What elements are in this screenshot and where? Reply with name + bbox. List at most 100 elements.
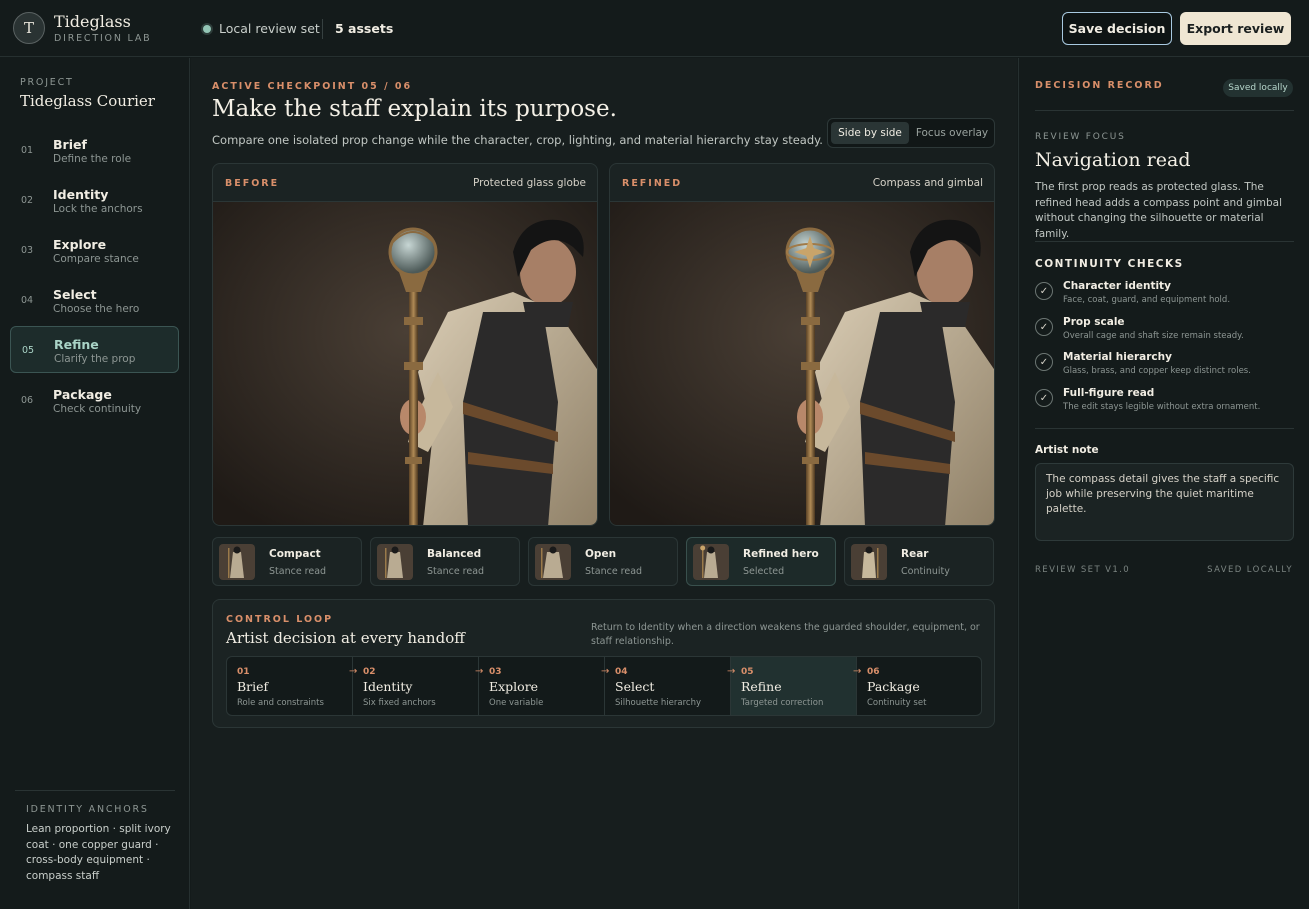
loop-step-refine[interactable]: → 05 Refine Targeted correction — [727, 657, 857, 715]
loop-step-title: Package — [867, 679, 920, 694]
thumb-title: Compact — [269, 548, 321, 560]
panel-header: BEFORE Protected glass globe — [213, 164, 597, 202]
arrow-right-icon: → — [475, 666, 484, 677]
decision-record-label: DECISION RECORD — [1035, 80, 1164, 91]
step-title: Refine — [54, 337, 99, 352]
check-title: Material hierarchy — [1063, 351, 1172, 363]
divider — [1035, 241, 1294, 242]
identity-anchors-text: Lean proportion · split ivory coat · one… — [26, 823, 171, 882]
variant-thumb-refined-hero[interactable]: Refined hero Selected — [686, 537, 836, 586]
loop-step-title: Identity — [363, 679, 413, 694]
step-number: 05 — [22, 345, 35, 356]
thumbnail-image — [377, 544, 413, 580]
arrow-right-icon: → — [601, 666, 610, 677]
loop-step-identity[interactable]: → 02 Identity Six fixed anchors — [349, 657, 479, 715]
asset-count: 5 assets — [335, 21, 394, 36]
review-set-version: REVIEW SET V1.0 — [1035, 565, 1131, 575]
page-title: Make the staff explain its purpose. — [212, 96, 617, 122]
check-subtitle: Overall cage and shaft size remain stead… — [1063, 331, 1244, 341]
review-focus-title: Navigation read — [1035, 149, 1191, 171]
thumb-subtitle: Stance read — [269, 566, 327, 577]
side-by-side-tab[interactable]: Side by side — [831, 122, 909, 144]
thumb-subtitle: Continuity — [901, 566, 950, 577]
step-subtitle: Define the role — [53, 153, 132, 165]
loop-step-number: 05 — [741, 667, 754, 677]
check-prop-scale[interactable]: ✓ Prop scale Overall cage and shaft size… — [1035, 315, 1297, 345]
artist-note-label: Artist note — [1035, 444, 1099, 456]
check-subtitle: Glass, brass, and copper keep distinct r… — [1063, 366, 1251, 376]
divider — [1035, 428, 1294, 429]
loop-step-subtitle: Six fixed anchors — [363, 698, 436, 708]
variant-thumb-rear[interactable]: Rear Continuity — [844, 537, 994, 586]
step-number: 03 — [21, 245, 34, 256]
loop-step-number: 04 — [615, 667, 628, 677]
before-image[interactable] — [213, 202, 598, 526]
step-number: 06 — [21, 395, 34, 406]
thumb-subtitle: Stance read — [427, 566, 485, 577]
sidebar-step-refine[interactable]: 05 Refine Clarify the prop — [10, 326, 179, 373]
footer-saved-status: SAVED LOCALLY — [1207, 565, 1293, 575]
loop-step-subtitle: Targeted correction — [741, 698, 824, 708]
panel-tag: BEFORE — [225, 178, 280, 189]
app-name: Tideglass — [54, 12, 131, 31]
sidebar-step-explore[interactable]: 03 Explore Compare stance — [10, 227, 179, 274]
step-title: Identity — [53, 187, 109, 202]
thumbnail-image — [535, 544, 571, 580]
app-logo: T — [13, 12, 45, 44]
loop-step-subtitle: Continuity set — [867, 698, 927, 708]
save-decision-button[interactable]: Save decision — [1062, 12, 1172, 45]
thumb-title: Refined hero — [743, 548, 819, 560]
review-focus-text: The first prop reads as protected glass.… — [1035, 181, 1283, 240]
check-character-identity[interactable]: ✓ Character identity Face, coat, guard, … — [1035, 279, 1297, 309]
check-full-figure-read[interactable]: ✓ Full-figure read The edit stays legibl… — [1035, 386, 1297, 416]
loop-step-title: Explore — [489, 679, 539, 694]
refined-panel: REFINED Compass and gimbal — [609, 163, 995, 526]
control-loop-card: CONTROL LOOP Artist decision at every ha… — [212, 599, 995, 728]
review-focus-label: REVIEW FOCUS — [1035, 132, 1126, 142]
thumb-title: Rear — [901, 548, 929, 560]
thumbnail-image — [219, 544, 255, 580]
variant-thumb-open[interactable]: Open Stance read — [528, 537, 678, 586]
check-material-hierarchy[interactable]: ✓ Material hierarchy Glass, brass, and c… — [1035, 350, 1297, 380]
loop-step-subtitle: Role and constraints — [237, 698, 324, 708]
sidebar-step-package[interactable]: 06 Package Check continuity — [10, 377, 179, 424]
check-icon: ✓ — [1035, 282, 1053, 300]
refined-image[interactable] — [610, 202, 995, 526]
step-subtitle: Clarify the prop — [54, 353, 136, 365]
export-review-button[interactable]: Export review — [1180, 12, 1291, 45]
panel-caption: Compass and gimbal — [872, 177, 983, 189]
sidebar-step-identity[interactable]: 02 Identity Lock the anchors — [10, 177, 179, 224]
arrow-right-icon: → — [349, 666, 358, 677]
step-number: 04 — [21, 295, 34, 306]
sidebar-step-select[interactable]: 04 Select Choose the hero — [10, 277, 179, 324]
step-title: Explore — [53, 237, 107, 252]
artist-note-input[interactable]: The compass detail gives the staff a spe… — [1035, 463, 1294, 541]
app-subtitle: DIRECTION LAB — [54, 33, 152, 44]
variant-thumb-compact[interactable]: Compact Stance read — [212, 537, 362, 586]
before-panel: BEFORE Protected glass globe — [212, 163, 598, 526]
panel-caption: Protected glass globe — [472, 177, 586, 189]
variant-thumb-balanced[interactable]: Balanced Stance read — [370, 537, 520, 586]
loop-step-number: 03 — [489, 667, 502, 677]
loop-step-package[interactable]: → 06 Package Continuity set — [853, 657, 981, 715]
step-subtitle: Choose the hero — [53, 303, 140, 315]
loop-step-subtitle: Silhouette hierarchy — [615, 698, 702, 708]
arrow-right-icon: → — [853, 666, 862, 677]
focus-overlay-tab[interactable]: Focus overlay — [912, 122, 992, 144]
check-icon: ✓ — [1035, 389, 1053, 407]
divider — [1035, 110, 1294, 111]
sidebar-step-brief[interactable]: 01 Brief Define the role — [10, 127, 179, 174]
loop-step-subtitle: One variable — [489, 698, 544, 708]
loop-step-brief[interactable]: 01 Brief Role and constraints — [227, 657, 353, 715]
control-loop-title: Artist decision at every handoff — [226, 629, 465, 647]
check-title: Prop scale — [1063, 316, 1125, 328]
check-subtitle: The edit stays legible without extra orn… — [1063, 402, 1261, 412]
review-set-status: Local review set — [219, 21, 320, 36]
loop-step-select[interactable]: → 04 Select Silhouette hierarchy — [601, 657, 731, 715]
control-loop-label: CONTROL LOOP — [226, 614, 334, 625]
loop-step-title: Select — [615, 679, 655, 694]
view-mode-toggle: Side by side Focus overlay — [827, 118, 995, 148]
control-loop-note: Return to Identity when a direction weak… — [591, 622, 980, 647]
step-number: 02 — [21, 195, 34, 206]
loop-step-explore[interactable]: → 03 Explore One variable — [475, 657, 605, 715]
